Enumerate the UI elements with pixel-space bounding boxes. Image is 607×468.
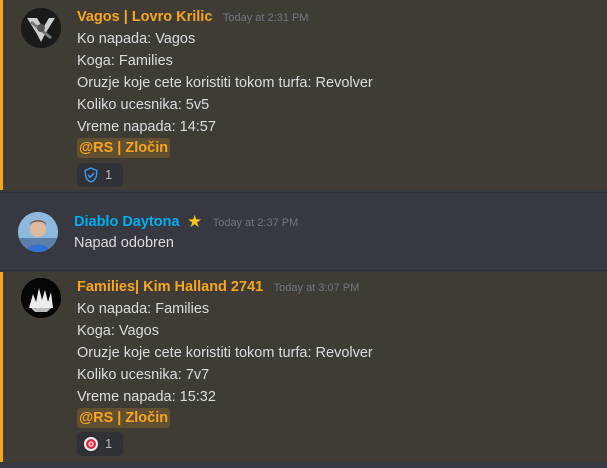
message-line: Ko napada: Families	[77, 301, 210, 317]
avatar-image	[18, 212, 58, 252]
message-vagos: Vagos | Lovro Krilic Today at 2:31 PM Ko…	[0, 0, 607, 190]
message-line: Oruzje koje cete koristiti tokom turfa: …	[77, 75, 373, 91]
divider	[0, 270, 607, 271]
reaction-count: 1	[105, 167, 113, 182]
message-line: Koga: Families	[77, 53, 173, 69]
author-name[interactable]: Vagos | Lovro Krilic	[77, 9, 212, 25]
message-families: Families| Kim Halland 2741 Today at 3:07…	[0, 272, 607, 462]
message-line: Vreme napada: 14:57	[77, 119, 216, 135]
reaction-button[interactable]: 1	[77, 163, 123, 187]
message-line: Ko napada: Vagos	[77, 31, 196, 47]
reaction-count: 1	[105, 436, 113, 451]
timestamp: Today at 2:31 PM	[222, 12, 309, 24]
message-line: Koliko ucesnika: 5v5	[77, 97, 210, 113]
message-diablo: Diablo Daytona ★ Today at 2:37 PM Napad …	[0, 200, 607, 262]
author-name[interactable]: Diablo Daytona	[74, 214, 180, 230]
message-line: Napad odobren	[74, 235, 174, 251]
message-line: Oruzje koje cete koristiti tokom turfa: …	[77, 345, 373, 361]
shield-check-icon	[84, 167, 98, 183]
divider	[0, 192, 607, 193]
avatar[interactable]	[18, 212, 58, 252]
star-icon: ★	[187, 212, 203, 231]
timestamp: Today at 2:37 PM	[212, 217, 299, 229]
message-line: Vreme napada: 15:32	[77, 389, 216, 405]
role-mention[interactable]: @RS | Zločin	[77, 138, 171, 158]
timestamp: Today at 3:07 PM	[273, 282, 360, 294]
avatar-image	[21, 8, 61, 48]
reaction-button[interactable]: 1	[77, 432, 123, 456]
message-line: Koliko ucesnika: 7v7	[77, 367, 210, 383]
avatar-image	[21, 278, 61, 318]
avatar[interactable]	[21, 8, 61, 48]
role-mention[interactable]: @RS | Zločin	[77, 408, 171, 428]
avatar[interactable]	[21, 278, 61, 318]
target-icon	[84, 437, 98, 451]
author-name[interactable]: Families| Kim Halland 2741	[77, 279, 263, 295]
message-line: Koga: Vagos	[77, 323, 159, 339]
